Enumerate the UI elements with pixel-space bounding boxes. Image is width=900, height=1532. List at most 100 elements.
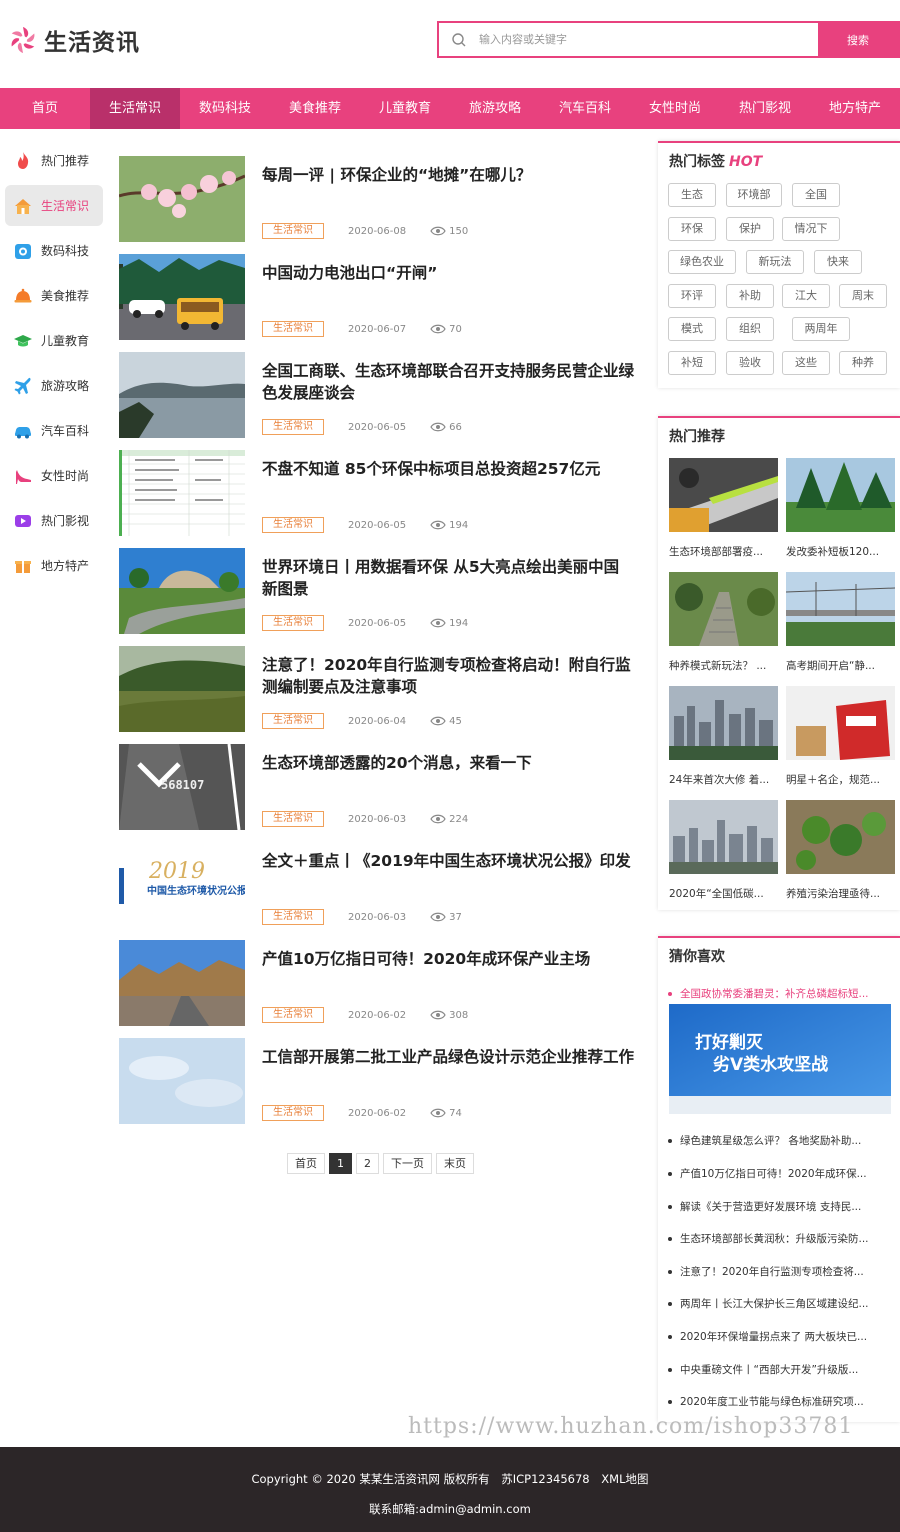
recommend-item[interactable]: 养殖污染治理亟待... bbox=[786, 800, 895, 901]
list-item[interactable]: 全国政协常委潘碧灵：补齐总磷超标短... bbox=[668, 986, 896, 1001]
recommend-item[interactable]: 24年来首次大修 着... bbox=[669, 686, 778, 787]
page-1-button[interactable]: 1 bbox=[329, 1153, 352, 1174]
article-title[interactable]: 全国工商联、生态环境部联合召开支持服务民营企业绿色发展座谈会 bbox=[262, 360, 634, 404]
recommend-item[interactable]: 2020年“全国低碳... bbox=[669, 800, 778, 901]
article-title[interactable]: 注意了！2020年自行监测专项检查将启动！附自行监测编制要点及注意事项 bbox=[262, 654, 634, 698]
sitemap-link[interactable]: XML地图 bbox=[601, 1472, 648, 1486]
nav-item-movies[interactable]: 热门影视 bbox=[720, 88, 810, 129]
tag-item[interactable]: 补助 bbox=[726, 284, 774, 308]
tag-item[interactable]: 环保 bbox=[668, 217, 716, 241]
tag-item[interactable]: 模式 bbox=[668, 317, 716, 341]
article-title[interactable]: 产值10万亿指日可待！2020年成环保产业主场 bbox=[262, 948, 634, 970]
page-2-button[interactable]: 2 bbox=[356, 1153, 379, 1174]
recommend-image[interactable] bbox=[669, 800, 778, 874]
list-item[interactable]: 工信部开展第二批工业产品绿色设计示范企业推荐工作 生活常识 2020-06-02… bbox=[119, 1038, 639, 1136]
nav-item-life-tips[interactable]: 生活常识 bbox=[90, 88, 180, 129]
recommend-image[interactable] bbox=[786, 800, 895, 874]
tag-item[interactable]: 周末 bbox=[839, 284, 887, 308]
article-thumbnail[interactable] bbox=[119, 548, 245, 634]
tag-item[interactable]: 环境部 bbox=[726, 183, 782, 207]
sidebar-item-hot[interactable]: 热门推荐 bbox=[5, 140, 103, 181]
tag-item[interactable]: 保护 bbox=[726, 217, 774, 241]
list-item[interactable]: 中央重磅文件丨“西部大开发”升级版... bbox=[668, 1362, 896, 1377]
list-item[interactable]: 产值10万亿指日可待！2020年成环保... bbox=[668, 1166, 896, 1181]
list-item[interactable]: 绿色建筑星级怎么评？ 各地奖励补助... bbox=[668, 1133, 896, 1148]
category-tag[interactable]: 生活常识 bbox=[262, 321, 324, 337]
article-title[interactable]: 全文＋重点丨《2019年中国生态环境状况公报》印发 bbox=[262, 850, 634, 872]
sidebar-item-travel[interactable]: 旅游攻略 bbox=[5, 365, 103, 406]
recommend-image[interactable] bbox=[786, 572, 895, 646]
tag-item[interactable]: 种养 bbox=[839, 351, 887, 375]
category-tag[interactable]: 生活常识 bbox=[262, 811, 324, 827]
recommend-caption[interactable]: 高考期间开启“静... bbox=[786, 658, 895, 673]
recommend-image[interactable] bbox=[669, 458, 778, 532]
recommend-item[interactable]: 明星＋名企，规范... bbox=[786, 686, 895, 787]
nav-item-travel[interactable]: 旅游攻略 bbox=[450, 88, 540, 129]
recommend-item[interactable]: 生态环境部部署疫... bbox=[669, 458, 778, 559]
list-item[interactable]: 两周年丨长江大保护长三角区域建设纪... bbox=[668, 1296, 896, 1311]
tag-item[interactable]: 补短 bbox=[668, 351, 716, 375]
recommend-image[interactable] bbox=[669, 686, 778, 760]
list-item[interactable]: 注意了！2020年自行监测专项检查将... bbox=[668, 1264, 896, 1279]
article-thumbnail[interactable]: 568107 bbox=[119, 744, 245, 830]
tag-item[interactable]: 组织 bbox=[726, 317, 774, 341]
site-logo[interactable]: 生活资讯 bbox=[8, 24, 140, 56]
category-tag[interactable]: 生活常识 bbox=[262, 713, 324, 729]
list-item[interactable]: 产值10万亿指日可待！2020年成环保产业主场 生活常识 2020-06-02 … bbox=[119, 940, 639, 1038]
nav-item-digital-tech[interactable]: 数码科技 bbox=[180, 88, 270, 129]
recommend-item[interactable]: 高考期间开启“静... bbox=[786, 572, 895, 673]
list-item[interactable]: 生态环境部部长黄润秋：升级版污染防... bbox=[668, 1231, 896, 1246]
category-tag[interactable]: 生活常识 bbox=[262, 1105, 324, 1121]
recommend-caption[interactable]: 养殖污染治理亟待... bbox=[786, 886, 895, 901]
list-item[interactable]: 注意了！2020年自行监测专项检查将启动！附自行监测编制要点及注意事项 生活常识… bbox=[119, 646, 639, 744]
recommend-image[interactable] bbox=[786, 458, 895, 532]
article-title[interactable]: 生态环境部透露的20个消息，来看一下 bbox=[262, 752, 634, 774]
recommend-caption[interactable]: 明星＋名企，规范... bbox=[786, 772, 895, 787]
list-item[interactable]: 2020年度工业节能与绿色标准研究项... bbox=[668, 1394, 896, 1409]
nav-item-food[interactable]: 美食推荐 bbox=[270, 88, 360, 129]
list-item[interactable]: 568107 生态环境部透露的20个消息，来看一下 生活常识 2020-06-0… bbox=[119, 744, 639, 842]
tag-item[interactable]: 生态 bbox=[668, 183, 716, 207]
recommend-caption[interactable]: 种养模式新玩法？ ... bbox=[669, 658, 778, 673]
tag-item[interactable]: 情况下 bbox=[782, 217, 840, 241]
recommend-image[interactable] bbox=[786, 686, 895, 760]
guess-banner-image[interactable]: 打好剿灭 劣V类水攻坚战 bbox=[669, 1004, 891, 1114]
tag-item[interactable]: 新玩法 bbox=[746, 250, 804, 274]
tag-item[interactable]: 两周年 bbox=[792, 317, 850, 341]
recommend-caption[interactable]: 生态环境部部署疫... bbox=[669, 544, 778, 559]
sidebar-item-life-tips[interactable]: 生活常识 bbox=[5, 185, 103, 226]
article-title[interactable]: 不盘不知道 85个环保中标项目总投资超257亿元 bbox=[262, 458, 634, 480]
tag-item[interactable]: 全国 bbox=[792, 183, 840, 207]
sidebar-item-food[interactable]: 美食推荐 bbox=[5, 275, 103, 316]
article-title[interactable]: 中国动力电池出口“开闸” bbox=[262, 262, 634, 284]
category-tag[interactable]: 生活常识 bbox=[262, 615, 324, 631]
recommend-caption[interactable]: 2020年“全国低碳... bbox=[669, 886, 778, 901]
nav-item-home[interactable]: 首页 bbox=[0, 88, 90, 129]
list-item[interactable]: 中国动力电池出口“开闸” 生活常识 2020-06-07 70 bbox=[119, 254, 639, 352]
sidebar-item-fashion[interactable]: 女性时尚 bbox=[5, 455, 103, 496]
article-title[interactable]: 每周一评 | 环保企业的“地摊”在哪儿？ bbox=[262, 164, 634, 186]
recommend-image[interactable] bbox=[669, 572, 778, 646]
first-page-button[interactable]: 首页 bbox=[287, 1153, 325, 1174]
tag-item[interactable]: 快来 bbox=[814, 250, 862, 274]
recommend-caption[interactable]: 24年来首次大修 着... bbox=[669, 772, 778, 787]
article-thumbnail[interactable] bbox=[119, 646, 245, 732]
category-tag[interactable]: 生活常识 bbox=[262, 419, 324, 435]
article-thumbnail[interactable] bbox=[119, 450, 245, 536]
recommend-item[interactable]: 发改委补短板120... bbox=[786, 458, 895, 559]
tag-item[interactable]: 这些 bbox=[782, 351, 830, 375]
list-item[interactable]: 2020年环保增量拐点来了 两大板块已... bbox=[668, 1329, 896, 1344]
category-tag[interactable]: 生活常识 bbox=[262, 909, 324, 925]
category-tag[interactable]: 生活常识 bbox=[262, 1007, 324, 1023]
article-thumbnail[interactable] bbox=[119, 1038, 245, 1124]
tag-item[interactable]: 环评 bbox=[668, 284, 716, 308]
list-item[interactable]: 解读《关于营造更好发展环境 支持民... bbox=[668, 1199, 896, 1214]
next-page-button[interactable]: 下一页 bbox=[383, 1153, 432, 1174]
tag-item[interactable]: 验收 bbox=[726, 351, 774, 375]
sidebar-item-education[interactable]: 儿童教育 bbox=[5, 320, 103, 361]
article-thumbnail[interactable] bbox=[119, 156, 245, 242]
list-item[interactable]: 不盘不知道 85个环保中标项目总投资超257亿元 生活常识 2020-06-05… bbox=[119, 450, 639, 548]
sidebar-item-local[interactable]: 地方特产 bbox=[5, 545, 103, 586]
tag-item[interactable]: 江大 bbox=[782, 284, 830, 308]
search-button[interactable]: 搜索 bbox=[818, 23, 898, 56]
